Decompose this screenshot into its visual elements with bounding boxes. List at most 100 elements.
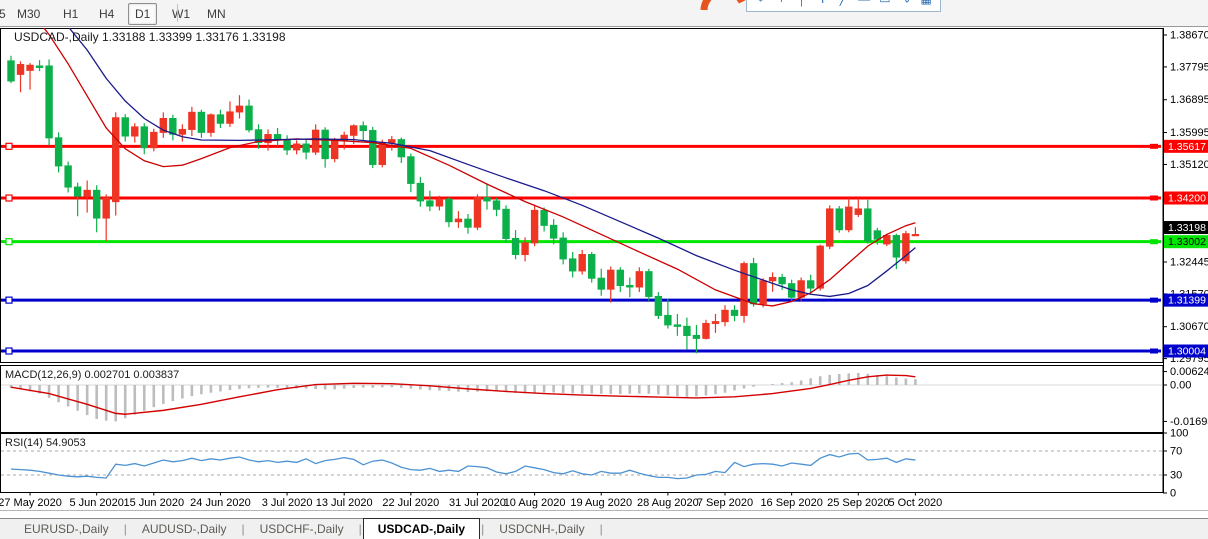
cursor-icon[interactable]: ⌖ (755, 0, 767, 6)
tab-usdcnhdaily[interactable]: USDCNH-,Daily (485, 519, 598, 539)
date-label: 28 Aug 2020 (637, 497, 699, 509)
candle (903, 231, 909, 264)
shapes-icon[interactable]: ▦ (920, 0, 932, 6)
candle (46, 59, 52, 145)
price-badge-1.34200: 1.34200 (1164, 191, 1208, 204)
candle (531, 205, 537, 247)
macd-axis-tick: 0.00 (1170, 380, 1191, 392)
panel-borders (0, 28, 1208, 511)
price-tick: 1.36895 (1170, 94, 1208, 106)
date-label: 24 Jun 2020 (190, 497, 251, 509)
price-tick: 1.35120 (1170, 159, 1208, 171)
channel-icon[interactable]: ▭ (879, 0, 891, 6)
toolbar-separator (177, 4, 178, 22)
timeframe-button-mn[interactable]: MN (200, 3, 233, 25)
date-label: 25 Sep 2020 (827, 497, 889, 509)
rsi-label: RSI(14) 54.9053 (5, 437, 86, 449)
date-label: 19 Aug 2020 (570, 497, 632, 509)
line-end-marker (1150, 144, 1158, 149)
date-label: 15 Jun 2020 (124, 497, 185, 509)
candle (474, 194, 480, 230)
date-label: 27 May 2020 (0, 497, 62, 509)
date-label: 13 Jul 2020 (316, 497, 373, 509)
line-end-marker (1150, 298, 1158, 303)
price-tick: 1.37795 (1170, 61, 1208, 73)
line-handle[interactable] (6, 348, 12, 354)
price-tick: 1.30670 (1170, 321, 1208, 333)
date-label: 22 Jul 2020 (382, 497, 439, 509)
svg-text:1.33198: 1.33198 (1168, 222, 1206, 234)
date-axis[interactable]: 27 May 2020 5 Jun 202015 Jun 2020 24 Jun 2… (0, 493, 942, 510)
rsi-axis-tick: 30 (1170, 470, 1182, 482)
price-badge-1.35617: 1.35617 (1164, 140, 1208, 153)
svg-text:1.34200: 1.34200 (1168, 192, 1206, 204)
crosshair-icon[interactable]: + (776, 0, 788, 6)
candle (836, 206, 842, 233)
candle (741, 261, 747, 322)
price-badge-1.33002: 1.33002 (1164, 235, 1208, 248)
candle (827, 205, 833, 249)
tab-audusddaily[interactable]: AUDUSD-,Daily (128, 519, 241, 539)
candle (646, 269, 652, 301)
timeframe-button-w1[interactable]: W1 (165, 3, 197, 25)
current-price-badge: 1.33198 (1164, 221, 1208, 234)
timeframe-button-d1[interactable]: D1 (128, 3, 157, 25)
timeframe-button-m30[interactable]: M30 (10, 3, 47, 25)
candle (760, 278, 766, 307)
trendline-icon[interactable]: ╱ (838, 0, 850, 6)
broker-logo (698, 0, 752, 12)
date-label: 3 Jul 2020 (262, 497, 313, 509)
date-label: 31 Jul 2020 (449, 497, 506, 509)
price-badge-1.31399: 1.31399 (1164, 294, 1208, 307)
svg-text:1.31399: 1.31399 (1168, 295, 1206, 307)
date-label: 16 Sep 2020 (760, 497, 822, 509)
line-handle[interactable] (6, 239, 12, 245)
trading-terminal-window: 5M30H1H4D1W1MN ⌖+│T╱—▭∿▦ 1.386701.377951… (0, 0, 1208, 539)
text-icon[interactable]: T (817, 0, 829, 6)
symbol-tab-bar: EURUSD-,Daily|AUDUSD-,Daily|USDCHF-,Dail… (0, 518, 1208, 539)
rsi-axis-tick: 70 (1170, 446, 1182, 458)
chart-title: USDCAD-,Daily 1.33188 1.33399 1.33176 1.… (14, 30, 286, 44)
price-tick: 1.38670 (1170, 30, 1208, 42)
line-handle[interactable] (6, 143, 12, 149)
candle (655, 292, 661, 319)
svg-text:1.33002: 1.33002 (1168, 236, 1206, 248)
price-badge-1.30004: 1.30004 (1164, 345, 1208, 358)
line-handle[interactable] (6, 195, 12, 201)
tab-usdchfdaily[interactable]: USDCHF-,Daily (246, 519, 358, 539)
tab-separator: | (599, 522, 604, 536)
tab-eurusddaily[interactable]: EURUSD-,Daily (10, 519, 123, 539)
candle (113, 112, 119, 215)
price-tick: 1.35995 (1170, 127, 1208, 139)
candle (750, 258, 756, 307)
rsi-axis-tick: 100 (1170, 428, 1188, 440)
hline-icon[interactable]: — (858, 0, 870, 6)
macd-axis-tick: -0.016933 (1170, 416, 1208, 428)
timeframe-button-h4[interactable]: H4 (92, 3, 121, 25)
date-label: 5 Jun 2020 (69, 497, 123, 509)
svg-text:1.30004: 1.30004 (1168, 346, 1206, 358)
price-axis[interactable]: 1.386701.377951.368951.359951.351201.333… (1163, 30, 1208, 500)
line-end-marker (1150, 239, 1158, 244)
rsi-axis-tick: 0 (1170, 488, 1176, 500)
chart-area: 1.386701.377951.368951.359951.351201.333… (0, 28, 1208, 518)
tab-usdcaddaily[interactable]: USDCAD-,Daily (363, 518, 480, 539)
candle (331, 138, 337, 162)
line-handle[interactable] (6, 297, 12, 303)
candle (503, 205, 509, 242)
drawing-tools-box: ⌖ + │ T ╱ — ▭ ∿ ▦ (746, 0, 941, 12)
vline-icon[interactable]: │ (796, 0, 808, 6)
price-tick: 1.32445 (1170, 256, 1208, 268)
timeframe-button-h1[interactable]: H1 (56, 3, 85, 25)
svg-text:1.35617: 1.35617 (1168, 141, 1206, 153)
candle (589, 252, 595, 283)
line-end-marker (1150, 349, 1158, 354)
top-right-toolbar: ⌖ + │ T ╱ — ▭ ∿ ▦ (698, 0, 948, 12)
macd-axis-tick: 0.006245 (1170, 366, 1208, 378)
date-label: 7 Sep 2020 (697, 497, 753, 509)
date-label: 5 Oct 2020 (888, 497, 942, 509)
date-label: 10 Aug 2020 (504, 497, 566, 509)
fibo-icon[interactable]: ∿ (900, 0, 912, 6)
candle (151, 129, 157, 152)
timeframe-toolbar: 5M30H1H4D1W1MN (0, 0, 1208, 27)
